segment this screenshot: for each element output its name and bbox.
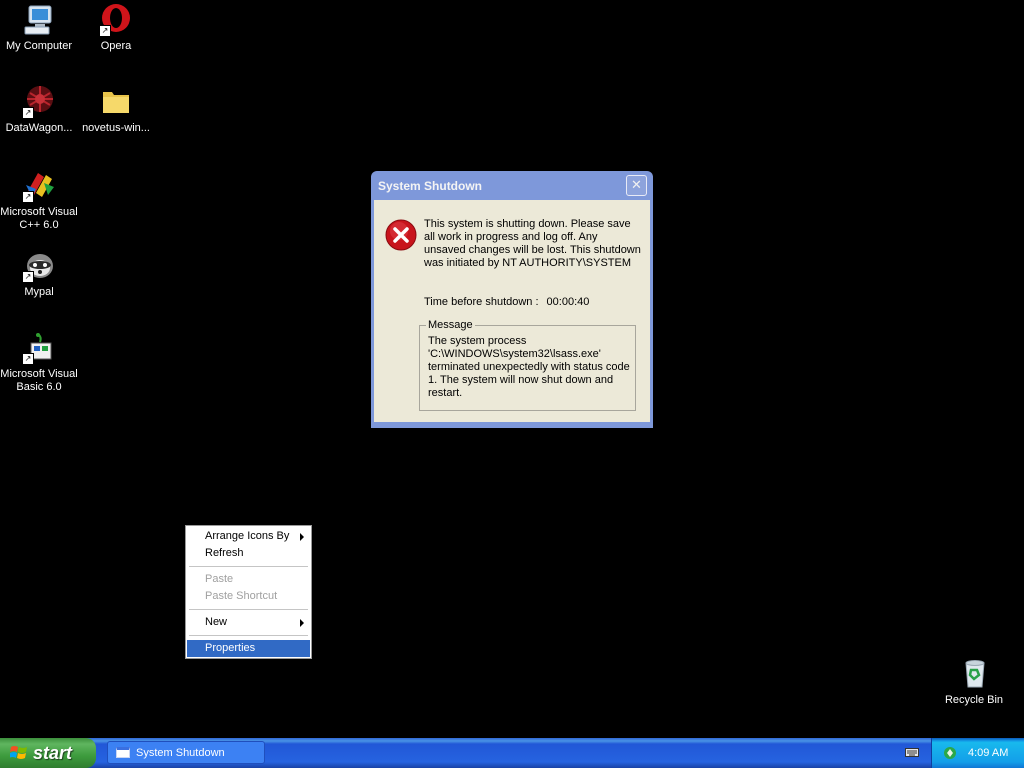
message-group-text: The system process 'C:\WINDOWS\system32\… [428,335,630,399]
system-tray: 4:09 AM [931,738,1024,768]
submenu-arrow-icon [300,619,304,627]
start-button[interactable]: start [0,738,96,768]
shortcut-arrow-icon: ↗ [99,25,111,37]
menu-item-label: Refresh [205,547,244,559]
menu-separator [189,609,308,610]
time-label: Time before shutdown : [424,296,539,308]
desktop-icon-label: novetus-win... [82,122,150,134]
opera-icon: ↗ [99,3,133,37]
clock[interactable]: 4:09 AM [968,747,1008,759]
shortcut-arrow-icon: ↗ [22,107,34,119]
desktop-context-menu: Arrange Icons By Refresh Paste Paste Sho… [185,525,312,659]
dialog-client: This system is shutting down. Please sav… [374,200,650,422]
keyboard-icon[interactable] [905,747,919,758]
menu-item-new[interactable]: New [187,614,310,631]
desktop-icon-datawagon[interactable]: ↗ DataWagon... [0,85,78,135]
desktop-icon-label: DataWagon... [5,122,73,134]
menu-item-arrange-icons-by[interactable]: Arrange Icons By [187,528,310,545]
menu-item-label: New [205,616,228,628]
desktop-icon-label: Opera [100,40,132,52]
dialog-titlebar[interactable]: System Shutdown ✕ [374,171,650,200]
menu-item-label: Paste [205,573,234,585]
shortcut-arrow-icon: ↗ [22,191,34,203]
message-group: Message The system process 'C:\WINDOWS\s… [419,319,636,411]
desktop-icon-novetus[interactable]: novetus-win... [77,85,155,135]
submenu-arrow-icon [300,533,304,541]
time-before-shutdown: Time before shutdown : 00:00:40 [424,296,589,308]
close-icon: ✕ [631,177,642,192]
desktop-icon-label: Mypal [24,286,54,298]
my-computer-icon [22,3,56,37]
folder-icon [99,85,133,119]
shortcut-arrow-icon: ↗ [22,353,34,365]
taskbar-button-system-shutdown[interactable]: System Shutdown [107,741,265,764]
message-group-label: Message [426,319,475,331]
desktop-icon-label: Recycle Bin [944,694,1004,706]
dialog-title: System Shutdown [378,178,483,193]
desktop-icon-recycle-bin[interactable]: Recycle Bin [935,657,1013,707]
shortcut-arrow-icon: ↗ [22,271,34,283]
menu-separator [189,566,308,567]
taskbar: start System Shutdown 4:09 AM [0,738,1024,768]
desktop-icon-opera[interactable]: ↗ Opera [77,3,155,53]
datawagon-icon: ↗ [22,85,56,119]
desktop-icon-visual-basic[interactable]: ↗ Microsoft Visual Basic 6.0 [0,331,78,394]
desktop-icon-visual-cpp[interactable]: ↗ Microsoft Visual C++ 6.0 [0,169,78,232]
visual-basic-icon: ↗ [22,331,56,365]
menu-item-refresh[interactable]: Refresh [187,545,310,562]
menu-item-label: Paste Shortcut [205,590,278,602]
desktop-icon-mypal[interactable]: ↗ Mypal [0,249,78,299]
mypal-icon: ↗ [22,249,56,283]
menu-separator [189,635,308,636]
recycle-bin-icon [957,657,991,691]
menu-item-paste[interactable]: Paste [187,571,310,588]
countdown-value: 00:00:40 [546,296,590,308]
window-icon [116,747,130,758]
menu-item-paste-shortcut[interactable]: Paste Shortcut [187,588,310,605]
system-shutdown-dialog: System Shutdown ✕ This system is shuttin… [371,171,653,428]
taskbar-button-label: System Shutdown [136,746,225,759]
menu-item-properties[interactable]: Properties [187,640,310,657]
windows-flag-icon [9,744,28,762]
desktop-icon-label: My Computer [5,40,73,52]
desktop-icon-label: Microsoft Visual Basic 6.0 [0,368,78,393]
menu-item-label: Arrange Icons By [205,530,290,542]
desktop-icon-label: Microsoft Visual C++ 6.0 [0,206,78,231]
shutdown-message: This system is shutting down. Please sav… [424,218,641,269]
visual-cpp-icon: ↗ [22,169,56,203]
error-icon [385,219,417,251]
network-tray-icon[interactable] [943,746,957,760]
desktop-icon-my-computer[interactable]: My Computer [0,3,78,53]
start-label: start [33,742,73,763]
close-button[interactable]: ✕ [626,175,647,196]
menu-item-label: Properties [205,642,256,654]
